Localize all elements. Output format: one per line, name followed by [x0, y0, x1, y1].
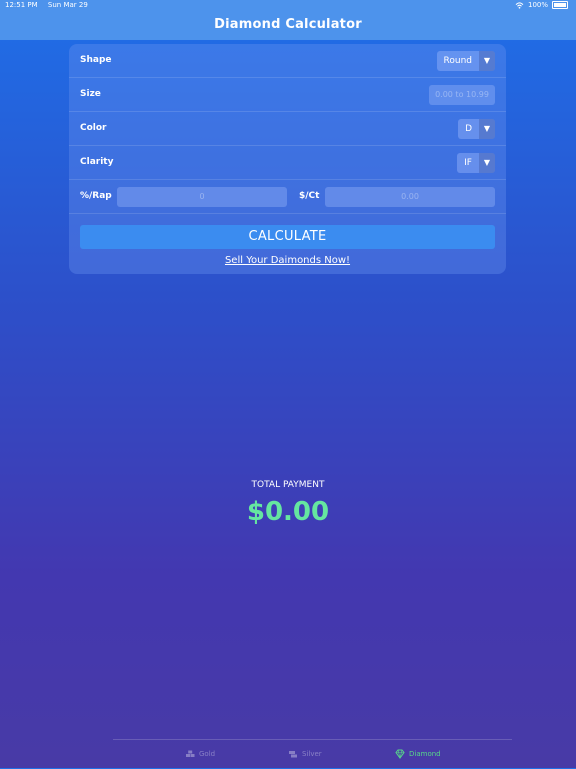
- status-date: Sun Mar 29: [47, 1, 88, 9]
- status-left: 12:51 PM Sun Mar 29: [5, 1, 96, 9]
- shape-select[interactable]: Round ▼: [436, 51, 495, 71]
- shape-label: Shape: [80, 55, 112, 65]
- price-row: %/Rap 0 $/Ct 0.00: [69, 180, 506, 214]
- size-input[interactable]: 0.00 to 10.99: [429, 85, 495, 105]
- silver-bars-icon: [289, 751, 297, 758]
- nav-bar: Diamond Calculator: [0, 12, 576, 40]
- calculator-form: Shape Round ▼ Size 0.00 to 10.99 Color D…: [69, 44, 506, 274]
- page-title: Diamond Calculator: [214, 17, 362, 32]
- wifi-icon: [515, 1, 524, 9]
- status-bar: 12:51 PM Sun Mar 29 100%: [0, 0, 576, 12]
- size-label: Size: [80, 89, 101, 99]
- clarity-label: Clarity: [80, 157, 114, 167]
- battery-icon: [552, 1, 568, 9]
- color-row: Color D ▼: [69, 112, 506, 146]
- color-select[interactable]: D ▼: [458, 119, 495, 139]
- sell-diamonds-link[interactable]: Sell Your Daimonds Now!: [69, 255, 506, 266]
- gold-bars-icon: [186, 750, 195, 757]
- dropdown-arrow-icon: ▼: [479, 119, 495, 139]
- dropdown-arrow-icon: ▼: [479, 51, 495, 71]
- battery-percent: 100%: [527, 1, 548, 9]
- tab-silver-label: Silver: [302, 750, 322, 758]
- shape-row: Shape Round ▼: [69, 44, 506, 78]
- tab-silver[interactable]: Silver: [288, 749, 322, 759]
- total-payment-value: $0.00: [246, 497, 330, 527]
- clarity-select[interactable]: IF ▼: [457, 153, 495, 173]
- total-payment-label: TOTAL PAYMENT: [251, 480, 325, 490]
- rap-input[interactable]: 0: [117, 187, 287, 207]
- tab-diamond[interactable]: Diamond: [395, 749, 441, 759]
- price-ct-label: $/Ct: [299, 191, 320, 201]
- status-time: 12:51 PM: [5, 1, 38, 9]
- calculate-button[interactable]: CALCULATE: [80, 225, 495, 249]
- tab-gold-label: Gold: [199, 750, 216, 758]
- color-label: Color: [80, 123, 107, 133]
- price-ct-input[interactable]: 0.00: [325, 187, 495, 207]
- clarity-row: Clarity IF ▼: [69, 146, 506, 180]
- size-row: Size 0.00 to 10.99: [69, 78, 506, 112]
- tab-gold[interactable]: Gold: [185, 749, 215, 759]
- shape-value: Round: [443, 56, 472, 66]
- clarity-value: IF: [464, 158, 472, 168]
- tab-bar: Gold Silver Diamond: [113, 739, 512, 769]
- status-right: 100%: [515, 1, 568, 9]
- diamond-icon: [395, 749, 405, 759]
- dropdown-arrow-icon: ▼: [479, 153, 495, 173]
- color-value: D: [465, 124, 472, 134]
- tab-diamond-label: Diamond: [409, 750, 441, 758]
- rap-label: %/Rap: [80, 191, 112, 201]
